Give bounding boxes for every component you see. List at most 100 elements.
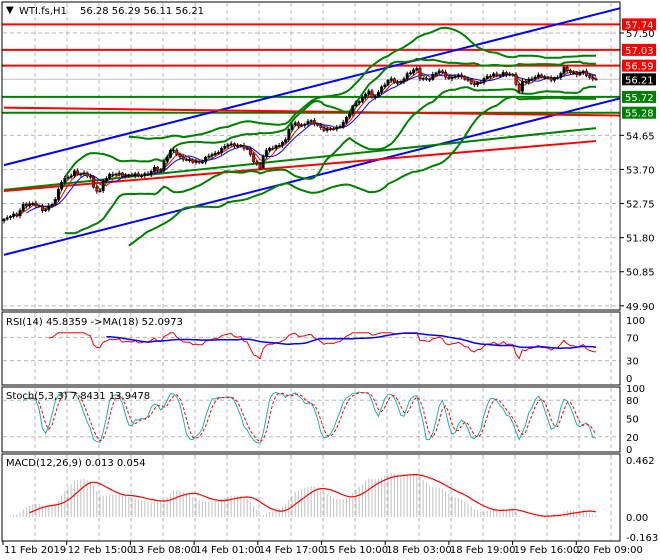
candle-body: [559, 73, 563, 78]
candle-body: [344, 117, 348, 123]
candle-body: [98, 190, 102, 192]
candle-body: [85, 172, 89, 177]
candle-body: [456, 74, 460, 77]
candle-body: [175, 149, 179, 155]
candle-body: [447, 76, 451, 79]
candle-body: [437, 70, 441, 74]
symbol-label: WTI.fs,H1: [19, 6, 67, 17]
candle-body: [53, 199, 57, 205]
candle[interactable]: [261, 154, 265, 170]
candle-body: [466, 79, 470, 81]
candle-body: [581, 70, 585, 73]
candle-body: [232, 143, 236, 146]
candle-body: [373, 96, 377, 98]
price-tick-label: 50.85: [626, 268, 655, 279]
candle-body: [383, 84, 387, 88]
candle-body: [300, 125, 304, 127]
candle-body: [418, 68, 422, 80]
candle-body: [492, 73, 496, 77]
candle-body: [181, 156, 185, 160]
stoch-tick-label: 80: [626, 396, 639, 407]
candle-body: [76, 170, 80, 175]
candle-body: [207, 155, 211, 158]
candle-body: [357, 101, 361, 104]
candle-body: [568, 70, 572, 74]
candle-body: [325, 128, 329, 131]
candle[interactable]: [101, 178, 105, 193]
time-tick-label: 12 Feb 15:00: [68, 545, 134, 556]
candle-body: [60, 182, 64, 190]
time-tick-label: 20 Feb 09:00: [577, 545, 643, 556]
price-tick-label: 51.80: [626, 234, 655, 245]
candle-body: [44, 209, 48, 211]
candle-body: [82, 172, 86, 175]
candle-body: [261, 155, 265, 169]
candle-body: [223, 145, 227, 149]
candle-body: [511, 74, 515, 76]
candle-body: [18, 210, 22, 217]
candle-body: [322, 127, 326, 131]
candle-body: [56, 188, 60, 200]
candle-body: [319, 125, 323, 128]
candle-body: [399, 81, 403, 84]
candle-body: [594, 78, 598, 81]
level-price-label: 57.03: [625, 46, 654, 57]
time-tick-label: 13 Feb 08:00: [131, 545, 197, 556]
macd-tick-label: 0.462: [626, 456, 655, 467]
time-tick-label: 18 Feb 19:00: [450, 545, 516, 556]
candle[interactable]: [520, 78, 524, 94]
candle[interactable]: [162, 160, 166, 173]
candle-body: [277, 145, 281, 147]
candle-body: [79, 173, 83, 176]
candle-body: [556, 77, 560, 79]
candle-body: [37, 205, 41, 208]
price-tick-label: 54.65: [626, 131, 655, 142]
triangle-down-icon[interactable]: ▼: [6, 5, 14, 16]
candle-body: [575, 72, 579, 76]
trading-chart[interactable]: 57.5054.6553.7052.7551.8050.8549.9057.74…: [0, 0, 660, 560]
candle-body: [508, 74, 512, 76]
candle-body: [450, 76, 454, 79]
candle-body: [431, 73, 435, 80]
candle-body: [485, 75, 489, 79]
time-tick-label: 15 Feb 10:00: [323, 545, 389, 556]
candle-body: [28, 203, 32, 207]
candle-body: [114, 173, 118, 176]
candle-body: [405, 73, 409, 80]
candle-body: [159, 170, 163, 172]
candle-body: [332, 128, 336, 131]
candle[interactable]: [517, 82, 521, 93]
candle-body: [591, 77, 595, 80]
candle-body: [108, 173, 112, 179]
candle-body: [309, 120, 313, 122]
candle-body: [290, 124, 294, 130]
candle[interactable]: [92, 175, 96, 189]
candle-body: [268, 147, 272, 151]
candle-body: [213, 152, 217, 155]
candle-body: [536, 74, 540, 78]
candle-body: [287, 129, 291, 140]
candle-body: [572, 72, 576, 74]
candle-body: [504, 72, 508, 75]
candle-body: [226, 144, 230, 147]
candle[interactable]: [168, 148, 172, 159]
macd-label: MACD(12,26,9) 0.013 0.054: [6, 458, 146, 469]
candle-body: [264, 150, 268, 157]
price-tick-label: 53.70: [626, 165, 655, 176]
candle[interactable]: [418, 66, 422, 82]
candle-body: [421, 78, 425, 80]
candle-body: [348, 113, 352, 118]
candle-body: [316, 123, 320, 126]
price-tick-label: 52.75: [626, 200, 655, 211]
candle[interactable]: [287, 127, 291, 142]
candle-body: [197, 161, 201, 163]
candle-body: [149, 171, 153, 175]
candle-body: [527, 78, 531, 83]
candle-body: [245, 148, 249, 150]
candle-body: [514, 74, 518, 85]
candle-body: [188, 159, 192, 161]
candle-body: [271, 147, 275, 150]
candle-body: [588, 75, 592, 78]
candle-body: [584, 70, 588, 76]
candle[interactable]: [392, 77, 396, 84]
